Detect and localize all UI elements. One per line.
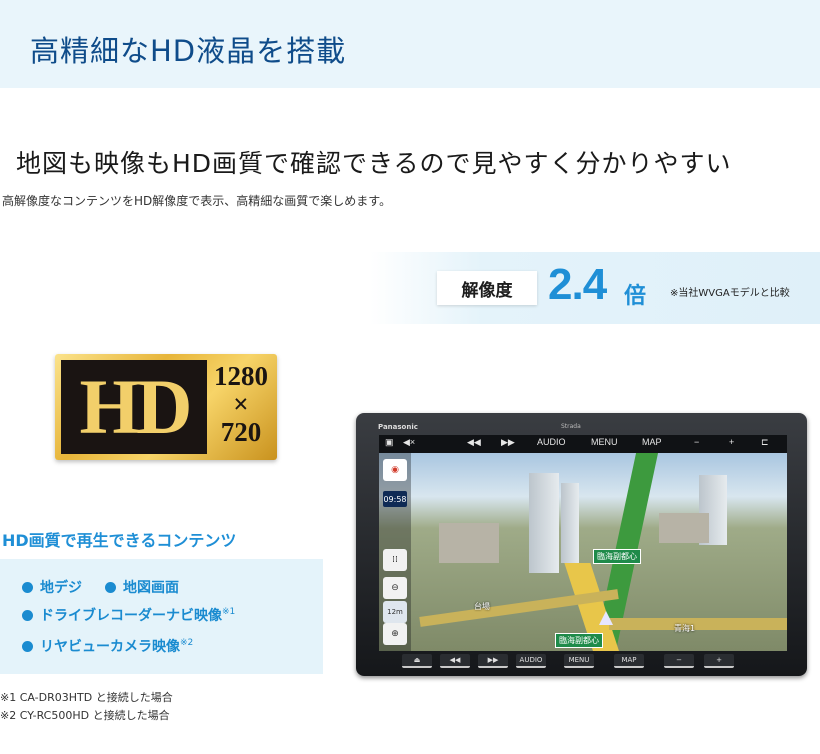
radio-icon[interactable]: ▣ <box>385 437 394 448</box>
map-label: 青海1 <box>674 624 696 633</box>
footnote-ref: ※2 <box>180 638 194 648</box>
hd-height: 720 <box>220 417 262 447</box>
volume-up-button[interactable]: + <box>729 437 734 447</box>
hd-badge: HD 1280 × 720 <box>55 354 277 460</box>
bullet-icon <box>22 581 33 593</box>
clock-time: 09:58 <box>383 494 407 504</box>
hw-prev-button[interactable]: ◀◀ <box>440 654 470 668</box>
resolution-label: 解像度 <box>437 271 537 305</box>
mute-icon[interactable]: ◀× <box>403 437 415 448</box>
contents-title: HD画質で再生できるコンテンツ <box>2 531 237 550</box>
vehicle-position-icon <box>599 611 613 625</box>
headline: 地図も映像もHD画質で確認できるので見やすく分かりやすい <box>16 149 732 178</box>
navigation-device: Panasonic Strada ▣ ◀× ◀◀ ▶▶ AUDIO MENU M… <box>356 413 807 676</box>
hw-audio-button[interactable]: AUDIO <box>516 654 546 668</box>
list-item: 地デジ <box>22 577 82 597</box>
footnote: ※1 CA-DR03HTD と接続した場合 <box>0 691 173 704</box>
device-brand: Panasonic <box>378 423 418 431</box>
map-label: 台場 <box>474 602 490 611</box>
bullet-icon <box>22 609 33 621</box>
back-icon[interactable]: ⊏ <box>761 437 769 448</box>
prev-button[interactable]: ◀◀ <box>467 437 481 448</box>
list-item-label: ドライブレコーダーナビ映像 <box>40 608 222 624</box>
resolution-unit: 倍 <box>624 284 647 309</box>
zoom-in-icon[interactable]: ⊕ <box>383 623 407 645</box>
list-item: ドライブレコーダーナビ映像 ※1 <box>22 605 235 625</box>
hw-map-button[interactable]: MAP <box>614 654 644 668</box>
hd-logo: HD <box>61 360 207 454</box>
device-series: Strada <box>561 423 581 430</box>
resolution-note: ※当社WVGAモデルと比較 <box>670 288 790 299</box>
resolution-value: 2.4 <box>548 260 607 309</box>
hw-volume-up-button[interactable]: + <box>704 654 734 668</box>
footnote: ※2 CY-RC500HD と接続した場合 <box>0 709 170 722</box>
page-title: 高精細なHD液晶を搭載 <box>30 34 347 68</box>
grid-icon[interactable]: ⁞⁞ <box>383 549 407 571</box>
footnote-ref: ※1 <box>222 607 236 617</box>
bullet-icon <box>22 640 33 652</box>
road-sign: 臨海副都心 <box>555 633 603 648</box>
compass-icon[interactable]: ◉ <box>383 459 407 481</box>
road <box>609 618 787 630</box>
zoom-out-icon[interactable]: ⊖ <box>383 577 407 599</box>
road-sign: 臨海副都心 <box>593 549 641 564</box>
list-item-label: リヤビューカメラ映像 <box>40 639 180 655</box>
map-button[interactable]: MAP <box>642 437 662 447</box>
building <box>561 483 579 563</box>
hw-volume-down-button[interactable]: − <box>664 654 694 668</box>
hd-text: HD <box>79 363 193 450</box>
building <box>439 523 499 563</box>
map-scale: 12m <box>383 601 407 623</box>
building <box>659 513 709 543</box>
clock: 09:58 <box>383 491 407 507</box>
hd-resolution: 1280 × 720 <box>209 362 273 446</box>
list-item: リヤビューカメラ映像 ※2 <box>22 636 193 656</box>
list-item-label: 地図画面 <box>123 580 179 596</box>
hardware-button-bar: ⏏ ◀◀ ▶▶ AUDIO MENU MAP − + <box>402 654 762 668</box>
contents-box: 地デジ 地図画面 ドライブレコーダーナビ映像 ※1 リヤビューカメラ映像 ※2 <box>0 559 323 674</box>
list-item: 地図画面 <box>105 577 179 597</box>
next-button[interactable]: ▶▶ <box>501 437 515 448</box>
bullet-icon <box>105 581 116 593</box>
screen-top-bar: ▣ ◀× ◀◀ ▶▶ AUDIO MENU MAP − + ⊏ <box>379 435 787 454</box>
volume-down-button[interactable]: − <box>694 437 699 447</box>
hw-menu-button[interactable]: MENU <box>564 654 594 668</box>
hd-width: 1280 <box>214 361 268 391</box>
building <box>529 473 559 573</box>
lead-text: 高解像度なコンテンツをHD解像度で表示、高精細な画質で楽しめます。 <box>2 194 392 208</box>
hw-next-button[interactable]: ▶▶ <box>478 654 508 668</box>
eject-button[interactable]: ⏏ <box>402 654 432 668</box>
hd-times: × <box>233 389 249 419</box>
map-screen[interactable]: ◉ 09:58 ⁞⁞ ⊖ 12m ⊕ 臨海副都心 台場 青海1 臨海副都心 <box>379 453 787 651</box>
audio-button[interactable]: AUDIO <box>537 437 566 447</box>
list-item-label: 地デジ <box>40 580 82 596</box>
menu-button[interactable]: MENU <box>591 437 618 447</box>
